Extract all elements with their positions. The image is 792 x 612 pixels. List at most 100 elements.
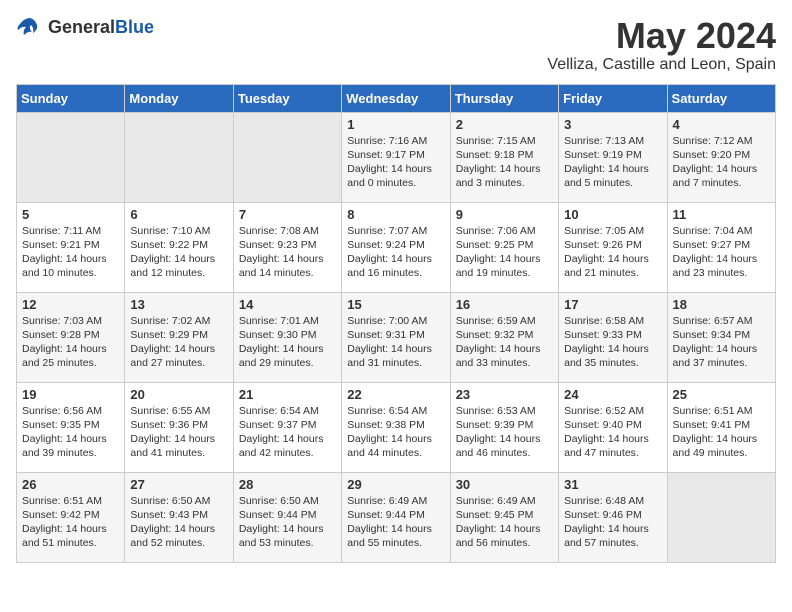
daylight-text: Daylight: 14 hours and 55 minutes. <box>347 522 444 550</box>
sunrise-text: Sunrise: 6:55 AM <box>130 404 227 418</box>
calendar-cell <box>125 112 233 202</box>
day-header-tuesday: Tuesday <box>233 84 341 112</box>
logo-general-text: General <box>48 17 115 37</box>
day-number: 25 <box>673 387 770 402</box>
calendar-week-row: 12Sunrise: 7:03 AMSunset: 9:28 PMDayligh… <box>17 292 776 382</box>
day-number: 9 <box>456 207 553 222</box>
day-number: 28 <box>239 477 336 492</box>
day-header-monday: Monday <box>125 84 233 112</box>
day-number: 17 <box>564 297 661 312</box>
daylight-text: Daylight: 14 hours and 21 minutes. <box>564 252 661 280</box>
daylight-text: Daylight: 14 hours and 5 minutes. <box>564 162 661 190</box>
calendar-cell: 18Sunrise: 6:57 AMSunset: 9:34 PMDayligh… <box>667 292 775 382</box>
sunset-text: Sunset: 9:43 PM <box>130 508 227 522</box>
calendar-cell: 10Sunrise: 7:05 AMSunset: 9:26 PMDayligh… <box>559 202 667 292</box>
logo-icon <box>16 16 44 38</box>
day-number: 23 <box>456 387 553 402</box>
calendar-cell: 1Sunrise: 7:16 AMSunset: 9:17 PMDaylight… <box>342 112 450 202</box>
daylight-text: Daylight: 14 hours and 31 minutes. <box>347 342 444 370</box>
sunrise-text: Sunrise: 7:13 AM <box>564 134 661 148</box>
sunset-text: Sunset: 9:26 PM <box>564 238 661 252</box>
daylight-text: Daylight: 14 hours and 25 minutes. <box>22 342 119 370</box>
daylight-text: Daylight: 14 hours and 41 minutes. <box>130 432 227 460</box>
day-number: 16 <box>456 297 553 312</box>
calendar-cell <box>17 112 125 202</box>
sunset-text: Sunset: 9:27 PM <box>673 238 770 252</box>
sunset-text: Sunset: 9:46 PM <box>564 508 661 522</box>
daylight-text: Daylight: 14 hours and 56 minutes. <box>456 522 553 550</box>
sunrise-text: Sunrise: 7:05 AM <box>564 224 661 238</box>
daylight-text: Daylight: 14 hours and 35 minutes. <box>564 342 661 370</box>
daylight-text: Daylight: 14 hours and 29 minutes. <box>239 342 336 370</box>
sunrise-text: Sunrise: 7:04 AM <box>673 224 770 238</box>
day-number: 22 <box>347 387 444 402</box>
day-number: 19 <box>22 387 119 402</box>
calendar-body: 1Sunrise: 7:16 AMSunset: 9:17 PMDaylight… <box>17 112 776 562</box>
sunset-text: Sunset: 9:24 PM <box>347 238 444 252</box>
daylight-text: Daylight: 14 hours and 42 minutes. <box>239 432 336 460</box>
day-number: 30 <box>456 477 553 492</box>
sunrise-text: Sunrise: 7:02 AM <box>130 314 227 328</box>
sunrise-text: Sunrise: 7:07 AM <box>347 224 444 238</box>
sunrise-text: Sunrise: 7:01 AM <box>239 314 336 328</box>
calendar-week-row: 26Sunrise: 6:51 AMSunset: 9:42 PMDayligh… <box>17 472 776 562</box>
daylight-text: Daylight: 14 hours and 44 minutes. <box>347 432 444 460</box>
day-header-sunday: Sunday <box>17 84 125 112</box>
sunrise-text: Sunrise: 7:00 AM <box>347 314 444 328</box>
day-number: 20 <box>130 387 227 402</box>
sunset-text: Sunset: 9:42 PM <box>22 508 119 522</box>
sunrise-text: Sunrise: 7:11 AM <box>22 224 119 238</box>
daylight-text: Daylight: 14 hours and 12 minutes. <box>130 252 227 280</box>
day-number: 26 <box>22 477 119 492</box>
calendar-cell: 19Sunrise: 6:56 AMSunset: 9:35 PMDayligh… <box>17 382 125 472</box>
sunset-text: Sunset: 9:19 PM <box>564 148 661 162</box>
sunrise-text: Sunrise: 6:54 AM <box>347 404 444 418</box>
page-header: GeneralBlue May 2024 Velliza, Castille a… <box>16 16 776 74</box>
day-number: 5 <box>22 207 119 222</box>
calendar-cell: 6Sunrise: 7:10 AMSunset: 9:22 PMDaylight… <box>125 202 233 292</box>
day-number: 27 <box>130 477 227 492</box>
sunset-text: Sunset: 9:34 PM <box>673 328 770 342</box>
daylight-text: Daylight: 14 hours and 33 minutes. <box>456 342 553 370</box>
calendar-cell: 16Sunrise: 6:59 AMSunset: 9:32 PMDayligh… <box>450 292 558 382</box>
calendar-cell: 23 Sunrise: 6:53 AMSunset: 9:39 PMDayligh… <box>450 382 558 472</box>
calendar-cell: 29Sunrise: 6:49 AMSunset: 9:44 PMDayligh… <box>342 472 450 562</box>
calendar-week-row: 5Sunrise: 7:11 AMSunset: 9:21 PMDaylight… <box>17 202 776 292</box>
calendar-cell: 21Sunrise: 6:54 AMSunset: 9:37 PMDayligh… <box>233 382 341 472</box>
sunset-text: Sunset: 9:44 PM <box>347 508 444 522</box>
sunrise-text: Sunrise: 6:50 AM <box>130 494 227 508</box>
day-number: 3 <box>564 117 661 132</box>
sunset-text: Sunset: 9:29 PM <box>130 328 227 342</box>
day-number: 11 <box>673 207 770 222</box>
day-header-wednesday: Wednesday <box>342 84 450 112</box>
daylight-text: Daylight: 14 hours and 52 minutes. <box>130 522 227 550</box>
daylight-text: Daylight: 14 hours and 10 minutes. <box>22 252 119 280</box>
sunrise-text: Sunrise: 6:48 AM <box>564 494 661 508</box>
day-number: 7 <box>239 207 336 222</box>
calendar-cell: 27 Sunrise: 6:50 AMSunset: 9:43 PMDayligh… <box>125 472 233 562</box>
sunset-text: Sunset: 9:18 PM <box>456 148 553 162</box>
sunrise-text: Sunrise: 7:10 AM <box>130 224 227 238</box>
calendar-cell: 7Sunrise: 7:08 AMSunset: 9:23 PMDaylight… <box>233 202 341 292</box>
calendar-header-row: SundayMondayTuesdayWednesdayThursdayFrid… <box>17 84 776 112</box>
calendar-week-row: 19Sunrise: 6:56 AMSunset: 9:35 PMDayligh… <box>17 382 776 472</box>
sunset-text: Sunset: 9:39 PM <box>456 418 553 432</box>
calendar-cell: 30Sunrise: 6:49 AMSunset: 9:45 PMDayligh… <box>450 472 558 562</box>
calendar-cell: 20Sunrise: 6:55 AMSunset: 9:36 PMDayligh… <box>125 382 233 472</box>
sunrise-text: Sunrise: 7:03 AM <box>22 314 119 328</box>
day-header-friday: Friday <box>559 84 667 112</box>
sunrise-text: Sunrise: 7:16 AM <box>347 134 444 148</box>
daylight-text: Daylight: 14 hours and 46 minutes. <box>456 432 553 460</box>
day-number: 24 <box>564 387 661 402</box>
calendar-cell: 26Sunrise: 6:51 AMSunset: 9:42 PMDayligh… <box>17 472 125 562</box>
daylight-text: Daylight: 14 hours and 7 minutes. <box>673 162 770 190</box>
sunset-text: Sunset: 9:25 PM <box>456 238 553 252</box>
calendar-cell: 15Sunrise: 7:00 AMSunset: 9:31 PMDayligh… <box>342 292 450 382</box>
daylight-text: Daylight: 14 hours and 39 minutes. <box>22 432 119 460</box>
sunrise-text: Sunrise: 6:58 AM <box>564 314 661 328</box>
sunrise-text: Sunrise: 6:53 AM <box>456 404 553 418</box>
day-number: 15 <box>347 297 444 312</box>
daylight-text: Daylight: 14 hours and 49 minutes. <box>673 432 770 460</box>
day-number: 18 <box>673 297 770 312</box>
sunset-text: Sunset: 9:40 PM <box>564 418 661 432</box>
